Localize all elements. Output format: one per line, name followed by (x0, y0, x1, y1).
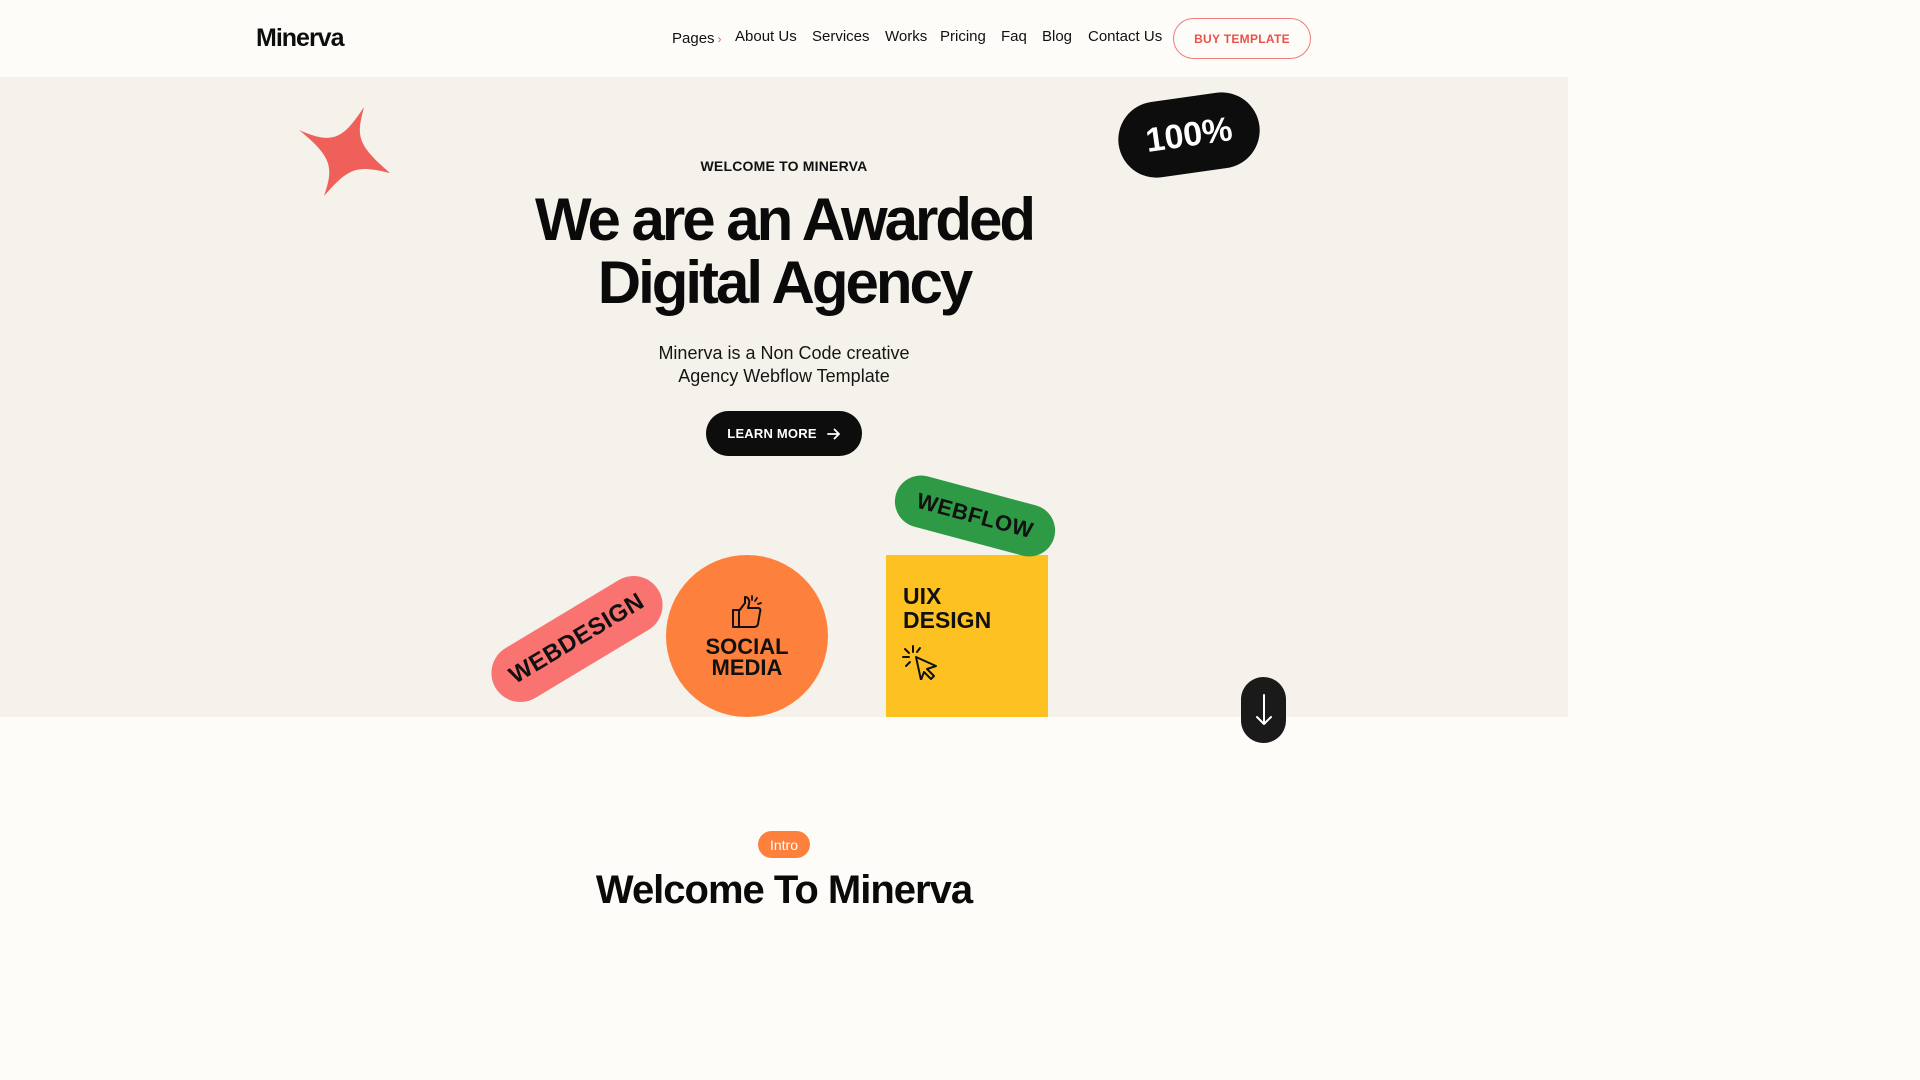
social-media-label: SOCIAL MEDIA (705, 634, 789, 680)
subtext-line-2: Agency Webflow Template (678, 366, 890, 386)
cursor-click-icon (902, 645, 937, 680)
hero-headline: We are an Awarded Digital Agency (0, 188, 1568, 314)
nav-services[interactable]: Services (812, 28, 870, 45)
uix-label-line-1: UIX (903, 583, 942, 609)
sparkle-star-icon (299, 107, 390, 196)
nav-faq[interactable]: Faq (1001, 28, 1027, 45)
learn-more-button[interactable]: LEARN MORE (706, 411, 862, 456)
hero-subtext: Minerva is a Non Code creative Agency We… (0, 342, 1568, 388)
nav-blog[interactable]: Blog (1042, 28, 1072, 45)
scroll-down-button[interactable] (1241, 677, 1286, 743)
headline-line-2: Digital Agency (597, 249, 974, 316)
nav-pages-label: Pages (672, 30, 715, 47)
intro-section-title: Welcome To Minerva (595, 868, 973, 912)
headline-line-1: We are an Awarded (534, 186, 1036, 253)
navbar: Minerva Pages › About Us Services Works P… (0, 0, 1568, 77)
arrow-right-icon (826, 428, 840, 439)
nav-about-us[interactable]: About Us (735, 28, 797, 45)
arrow-down-icon (1255, 694, 1272, 725)
nav-pricing[interactable]: Pricing (940, 28, 986, 45)
uix-label-line-2: DESIGN (903, 607, 992, 633)
social-label-line-1: SOCIAL (705, 634, 789, 659)
nav-pages-dropdown[interactable]: Pages › (672, 30, 722, 47)
thumbs-up-icon (732, 595, 762, 628)
logo[interactable]: Minerva (256, 24, 344, 53)
hero-eyebrow: WELCOME TO MINERVA (700, 158, 868, 174)
nav-contact-us[interactable]: Contact Us (1088, 28, 1162, 45)
learn-more-label: LEARN MORE (727, 426, 817, 441)
intro-badge: Intro (758, 831, 810, 858)
uix-design-label: UIX DESIGN (903, 584, 991, 632)
buy-template-button[interactable]: BUY TEMPLATE (1173, 18, 1311, 59)
social-label-line-2: MEDIA (711, 655, 783, 680)
chevron-right-icon: › (717, 32, 722, 46)
social-media-sticker: SOCIAL MEDIA (666, 555, 828, 717)
uix-design-sticker: UIX DESIGN (886, 555, 1048, 717)
subtext-line-1: Minerva is a Non Code creative (658, 343, 910, 363)
nav-works[interactable]: Works (885, 28, 927, 45)
